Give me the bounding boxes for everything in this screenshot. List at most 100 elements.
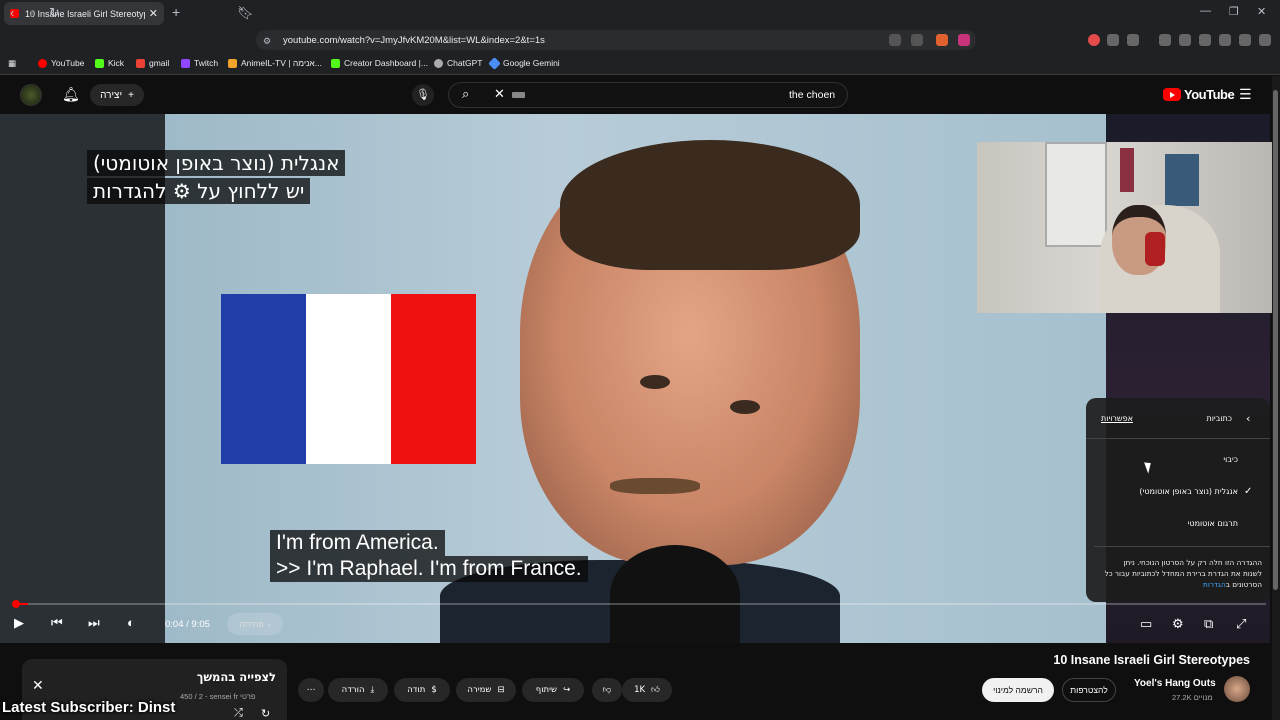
bookmark-gemini[interactable]: Google Gemini [488, 56, 560, 70]
rewards-icon[interactable] [958, 34, 970, 46]
like-button[interactable]: 1K 👍︎ [622, 678, 672, 702]
subtitle-option-auto-translate[interactable]: תרגום אוטומטי [1188, 519, 1238, 528]
miniplayer-icon[interactable]: ⧉ [1204, 616, 1213, 632]
bookmark-save-icon: ⊟ [497, 685, 505, 695]
account-avatar[interactable] [20, 84, 42, 106]
subtitle-option-english-auto[interactable]: אנגלית (נוצר באופן אוטומטי) [1139, 487, 1238, 496]
divider [1094, 546, 1270, 547]
apps-grid-icon[interactable]: ▦ [8, 58, 16, 69]
tab-bar [0, 0, 1280, 27]
subtitles-icon[interactable]: ▭ [1140, 616, 1152, 632]
webcam-poster [1165, 154, 1199, 206]
divider [1086, 438, 1270, 439]
subscriber-count: 27.2K מנויים [1172, 693, 1213, 702]
dislike-button[interactable]: 👎︎ [592, 678, 622, 702]
bookmark-gmail[interactable]: gmail [136, 58, 169, 68]
subtitle-options-link[interactable]: אפשרויות [1101, 414, 1133, 423]
clear-search-icon[interactable]: ✕ [494, 86, 505, 102]
settings-link[interactable]: הגדרות [1203, 580, 1226, 589]
bookmark-icon[interactable]: 🔖︎ [237, 5, 254, 21]
menu-icon[interactable] [1259, 34, 1271, 46]
bookmark-chatgpt[interactable]: ChatGPT [434, 58, 482, 68]
fullscreen-icon[interactable]: ⤢ [1236, 616, 1246, 632]
sidebar-icon[interactable] [1179, 34, 1191, 46]
scrollbar-thumb[interactable] [1273, 90, 1278, 590]
webcam-window [1045, 142, 1107, 247]
subscribe-button[interactable]: הרשמה למינוי [982, 678, 1054, 702]
caption-info-line1: אנגלית (נוצר באופן אוטומטי) [87, 150, 346, 176]
shuffle-icon[interactable]: ⤮ [234, 707, 243, 720]
cast-icon[interactable] [889, 34, 901, 46]
bookmark-animeil[interactable]: AnimeIL-TV | אנימה... [228, 58, 322, 68]
save-button[interactable]: שמירה ⊟ [456, 678, 516, 702]
search-icon[interactable]: ⌕ [462, 86, 469, 102]
voice-search-icon[interactable]: 🎙︎ [412, 84, 434, 106]
stream-overlay-latest-subscriber: Latest Subscriber: Dinst [2, 699, 176, 716]
channel-name[interactable]: Yoel's Hang Outs [1134, 678, 1216, 689]
wallet-icon[interactable] [1127, 34, 1139, 46]
subtitle-option-off[interactable]: כיבוי [1223, 455, 1238, 464]
share-button[interactable]: שיתוף ↪ [522, 678, 584, 702]
music-icon[interactable] [1159, 34, 1171, 46]
reload-icon[interactable]: ↻ [49, 5, 60, 21]
caption-info-line2: יש ללחוץ על ⚙ להגדרות [87, 178, 311, 204]
next-icon[interactable]: ⏭︎ [88, 615, 100, 631]
mustache [610, 478, 700, 494]
volume-icon[interactable]: ◐ [127, 615, 135, 630]
share-icon: ↪ [563, 685, 571, 695]
progress-bar[interactable] [14, 603, 1266, 605]
settings-gear-icon[interactable]: ⚙︎ [1172, 616, 1184, 632]
playlist-title[interactable]: לצפייה בהמשך [197, 670, 276, 684]
play-icon[interactable]: ▶ [14, 615, 24, 631]
bookmark-youtube[interactable]: YouTube [38, 58, 84, 68]
eye-right [730, 400, 760, 414]
thanks-icon: $ [431, 685, 437, 695]
microphone-shape [610, 545, 740, 645]
close-window-icon[interactable]: ✕ [1257, 5, 1266, 18]
maximize-icon[interactable]: ❐ [1229, 5, 1239, 18]
person-hair [560, 140, 860, 270]
thumbs-up-icon: 👍︎ [651, 685, 660, 695]
loop-icon[interactable]: ↻ [261, 707, 270, 720]
eye-left [640, 375, 670, 389]
join-button[interactable]: להצטרפות [1062, 678, 1116, 702]
new-tab-button[interactable]: + [172, 4, 180, 20]
back-icon[interactable]: ‹ [10, 5, 14, 20]
bookmark-kick[interactable]: Kick [95, 58, 124, 68]
close-tab-icon[interactable]: ✕ [149, 7, 158, 20]
search-input[interactable] [448, 82, 848, 108]
leo-icon[interactable] [1219, 34, 1231, 46]
keyboard-icon[interactable] [512, 92, 525, 98]
youtube-logo[interactable]: YouTube [1163, 87, 1235, 102]
download-button[interactable]: הורדה ⤓ [328, 678, 388, 702]
checkmark-icon: ✓ [1244, 486, 1253, 497]
more-actions-button[interactable]: ⋯ [298, 678, 324, 702]
channel-avatar[interactable] [1224, 676, 1250, 702]
vpn-icon[interactable] [1239, 34, 1251, 46]
bookmark-creator-dashboard[interactable]: Creator Dashboard |... [331, 58, 428, 68]
extension-red-icon[interactable] [1088, 34, 1100, 46]
menu-header-subtitles[interactable]: כתוביות [1206, 414, 1232, 423]
notifications-bell-icon[interactable]: 🔔︎ [62, 86, 80, 103]
back-chevron-icon[interactable]: ‹ [1246, 412, 1250, 425]
minimize-icon[interactable]: — [1200, 5, 1211, 17]
browser-tab[interactable]: 10 Insane Israeli Girl Stereotypes ✕ [4, 2, 164, 25]
hamburger-menu-icon[interactable]: ☰ [1239, 86, 1252, 103]
close-playlist-icon[interactable]: ✕ [32, 677, 44, 694]
previous-icon[interactable]: ⏮︎ [51, 615, 63, 631]
extensions-icon[interactable] [1107, 34, 1119, 46]
chapter-button[interactable]: פתיחה › [227, 613, 283, 635]
brave-shield-icon[interactable] [936, 34, 948, 46]
chevron-right-icon: › [267, 619, 271, 629]
headset [1145, 232, 1165, 266]
share-page-icon[interactable] [911, 34, 923, 46]
site-info-icon[interactable]: ⚙︎ [263, 36, 271, 47]
more-icon: ⋯ [306, 685, 316, 695]
forward-icon[interactable]: › [30, 5, 34, 20]
progress-scrubber[interactable] [12, 600, 20, 608]
bookmark-twitch[interactable]: Twitch [181, 58, 218, 68]
france-flag [221, 294, 476, 464]
thanks-button[interactable]: תודה $ [394, 678, 450, 702]
create-button[interactable]: יצירה + [90, 84, 144, 106]
wallet2-icon[interactable] [1199, 34, 1211, 46]
